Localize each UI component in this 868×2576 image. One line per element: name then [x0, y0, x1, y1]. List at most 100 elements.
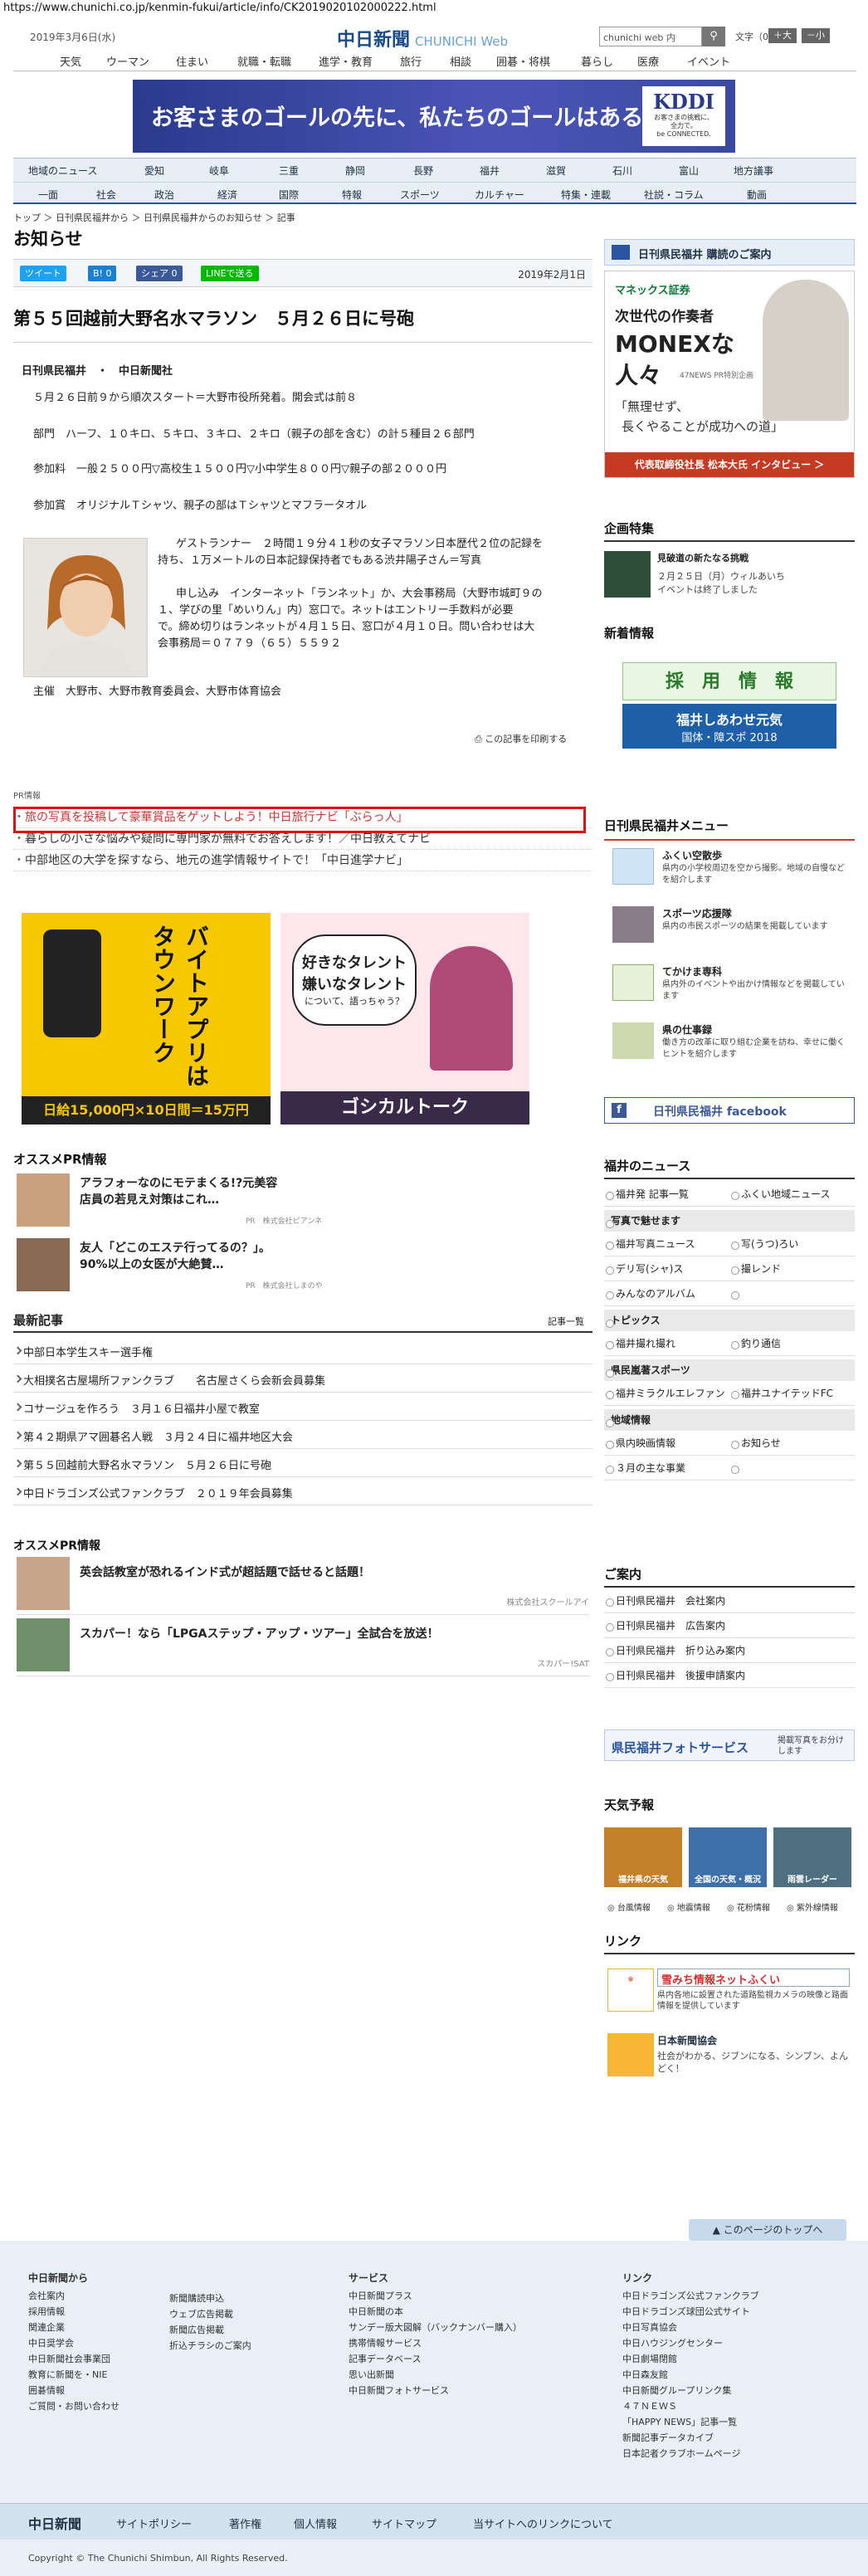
menu-item[interactable]: てかけま専科 県内外のイベントや出かけ情報などを掲載しています	[604, 961, 855, 1009]
photo-link[interactable]: 写(うつ)ろい	[729, 1232, 855, 1256]
kokutai-banner[interactable]: 福井しあわせ元気 国体・障スポ 2018	[622, 704, 836, 749]
gnav-item[interactable]: 就職・転職	[237, 53, 291, 69]
menu-item[interactable]: スポーツ応援隊 県内の市民スポーツの結果を掲載しています	[604, 903, 855, 951]
ad-townwork[interactable]: バイトアプリは タウンワーク 日給15,000円×10日間＝15万円	[22, 913, 271, 1125]
rnav-item[interactable]: 富山	[679, 163, 699, 178]
latest-item[interactable]: 第４２期県アマ囲碁名人戦 ３月２４日に福井地区大会	[13, 1421, 592, 1449]
footer-link[interactable]: ウェブ広告掲載	[169, 2306, 251, 2322]
rnav-item[interactable]: 社会	[96, 188, 116, 202]
subscribe-banner[interactable]: 日刊県民福井 購読のご案内	[604, 239, 855, 266]
breadcrumb[interactable]: トップ ＞ 日刊県民福井から ＞ 日刊県民福井からのお知らせ ＞ 記事	[13, 211, 295, 224]
site-logo[interactable]: 中日新聞 CHUNICHI Web	[337, 25, 508, 51]
ad-banner-kddi[interactable]: お客さまのゴールの先に、私たちのゴールはある。 KDDI お客さまの挑戦に、 全力…	[133, 80, 735, 153]
photo-link[interactable]: 福井写真ニュース	[604, 1232, 729, 1256]
link-item[interactable]: 日本新聞協会 社会がわかる、ジブンになる、シンブン、よんどく！	[604, 2033, 855, 2083]
topics-link[interactable]: 福井撮れ撮れ	[604, 1331, 729, 1356]
region-link[interactable]: 県内映画情報	[604, 1431, 729, 1456]
font-large-button[interactable]: ＋大	[768, 28, 797, 43]
to-top-button[interactable]: ▲ このページのトップへ	[689, 2219, 846, 2241]
rnav-item[interactable]: 動画	[747, 188, 767, 202]
weather-tile[interactable]: 全国の天気・概況	[689, 1827, 767, 1887]
rnav-item[interactable]: 愛知	[144, 163, 164, 178]
saiyo-banner[interactable]: 採 用 情 報	[622, 662, 836, 700]
footer-bar-link[interactable]: 個人情報	[294, 2515, 337, 2531]
sports-link[interactable]: 福井ミラクルエレファンツ	[604, 1381, 729, 1424]
pr-item[interactable]: 友人「どこのエステ行ってるの？」。 90%以上の女医が大絶賛… PR 株式会社しま…	[17, 1238, 589, 1293]
footer-link[interactable]: 中日新聞フォトサービス	[349, 2383, 522, 2398]
hatena-button[interactable]: B! 0	[88, 266, 117, 281]
menu-item[interactable]: 県の仕事録 働き方の改革に取り組む企業を訪ね、幸せに働くヒントを紹介します	[604, 1019, 855, 1067]
line-button[interactable]: LINEで送る	[201, 266, 259, 281]
footer-link[interactable]: ご質問・お問い合わせ	[28, 2398, 119, 2414]
latest-item[interactable]: 中日ドラゴンズ公式ファンクラブ ２０１９年会員募集	[13, 1477, 592, 1505]
rnav-item[interactable]: 特報	[342, 188, 362, 202]
rnav-item[interactable]: 特集・連載	[561, 188, 611, 202]
region-link[interactable]: ３月の主な事業	[604, 1456, 729, 1481]
rnav-item[interactable]: スポーツ	[400, 188, 440, 202]
region-link[interactable]: お知らせ	[729, 1431, 855, 1456]
footer-link[interactable]: 新聞広告掲載	[169, 2322, 251, 2338]
ad-goshikaru[interactable]: 好きなタレント 嫌いなタレント について、語っちゃう？ ゴシカルトーク	[280, 913, 529, 1125]
news-link[interactable]: ふくい地域ニュース	[729, 1182, 855, 1207]
pr-item[interactable]: スカパー！なら「LPGAステップ・アップ・ツアー」全試合を放送！ スカパー!SA…	[17, 1618, 589, 1676]
gnav-item[interactable]: 医療	[637, 53, 659, 69]
gnav-item[interactable]: 進学・教育	[319, 53, 373, 69]
footer-bar-link[interactable]: サイトポリシー	[116, 2515, 192, 2531]
footer-link[interactable]: 中日新聞の本	[349, 2304, 522, 2320]
footer-link[interactable]: 囲碁情報	[28, 2383, 119, 2398]
search-input[interactable]: chunichi web 内	[599, 27, 702, 46]
latest-item[interactable]: 中部日本学生スキー選手権	[13, 1336, 592, 1364]
weather-link[interactable]: ◎ 紫外線情報	[787, 1900, 838, 1913]
annai-link[interactable]: 日刊県民福井 広告案内	[604, 1613, 855, 1638]
footer-link[interactable]: 中日奨学会	[28, 2335, 119, 2351]
rnav-item[interactable]: 石川	[612, 163, 632, 178]
gnav-item[interactable]: 住まい	[176, 53, 208, 69]
footer-link[interactable]: 携帯情報サービス	[349, 2335, 522, 2351]
rnav-item[interactable]: 国際	[279, 188, 299, 202]
footer-link[interactable]: サンデー版大図解（バックナンバー購入）	[349, 2320, 522, 2335]
footer-link[interactable]: 中日森友館	[622, 2367, 759, 2383]
photo-link[interactable]: みんなのアルバム	[604, 1281, 729, 1306]
weather-link[interactable]: ◎ 台風情報	[607, 1900, 651, 1913]
gnav-item[interactable]: 囲碁・将棋	[496, 53, 550, 69]
footer-link[interactable]: 中日新聞グループリンク集	[622, 2383, 759, 2398]
annai-link[interactable]: 日刊県民福井 後援申請案内	[604, 1663, 855, 1688]
print-link[interactable]: ⎙ この記事を印刷する	[475, 732, 567, 745]
footer-link[interactable]: 新聞記事データカイブ	[622, 2430, 759, 2446]
footer-bar-link[interactable]: 当サイトへのリンクについて	[473, 2515, 613, 2531]
rnav-item[interactable]: 地方議事	[734, 163, 773, 178]
rnav-item[interactable]: カルチャー	[475, 188, 524, 202]
footer-link[interactable]: 記事データベース	[349, 2351, 522, 2367]
news-link[interactable]: 福井発 記事一覧	[604, 1182, 729, 1207]
footer-link[interactable]: 会社案内	[28, 2288, 119, 2304]
pr-item[interactable]: 英会話教室が恐れるインド式が超話題で話せると話題！ 株式会社スクールアイ	[17, 1557, 589, 1615]
footer-link[interactable]: 日本記者クラブホームページ	[622, 2446, 759, 2461]
footer-link[interactable]: 採用情報	[28, 2304, 119, 2320]
gnav-item[interactable]: ウーマン	[106, 53, 149, 69]
footer-link[interactable]: 中日ハウジングセンター	[622, 2335, 759, 2351]
rnav-item[interactable]: 長野	[413, 163, 433, 178]
footer-link[interactable]: 新聞購読申込	[169, 2291, 251, 2306]
annai-link[interactable]: 日刊県民福井 会社案内	[604, 1588, 855, 1613]
photo-link[interactable]: デリ写(シャ)ス	[604, 1256, 729, 1281]
rnav-item[interactable]: 一面	[38, 188, 58, 202]
footer-bar-link[interactable]: 著作権	[229, 2515, 261, 2531]
footer-bar-link[interactable]: サイトマップ	[372, 2515, 436, 2531]
footer-link[interactable]: 中日ドラゴンズ公式ファンクラブ	[622, 2288, 759, 2304]
topics-link[interactable]: 釣り通信	[729, 1331, 855, 1356]
rnav-item[interactable]: 静岡	[345, 163, 365, 178]
footer-link[interactable]: 中日ドラゴンズ球団公式サイト	[622, 2304, 759, 2320]
gnav-item[interactable]: イベント	[687, 53, 730, 69]
footer-link[interactable]: 中日劇場閉館	[622, 2351, 759, 2367]
weather-link[interactable]: ◎ 地震情報	[667, 1900, 710, 1913]
latest-item[interactable]: 大相撲名古屋場所ファンクラブ 名古屋さくら会新会員募集	[13, 1364, 592, 1393]
sports-link[interactable]: 福井ユナイテッドFC	[729, 1381, 855, 1406]
weather-tile[interactable]: 福井県の天気	[604, 1827, 682, 1887]
photo-link[interactable]: 撮レンド	[729, 1256, 855, 1281]
weather-tile[interactable]: 雨雲レーダー	[773, 1827, 851, 1887]
footer-link[interactable]: 中日写真協会	[622, 2320, 759, 2335]
footer-link[interactable]: 中日新聞社会事業団	[28, 2351, 119, 2367]
kikaku-item[interactable]: 見破道の新たなる挑戦 ２月２５日（月）ウィルあいち イベントは終了しました	[604, 548, 855, 606]
footer-link[interactable]: ４７ＮＥＷＳ	[622, 2398, 759, 2414]
latest-item[interactable]: 第５５回越前大野名水マラソン ５月２６日に号砲	[13, 1449, 592, 1477]
